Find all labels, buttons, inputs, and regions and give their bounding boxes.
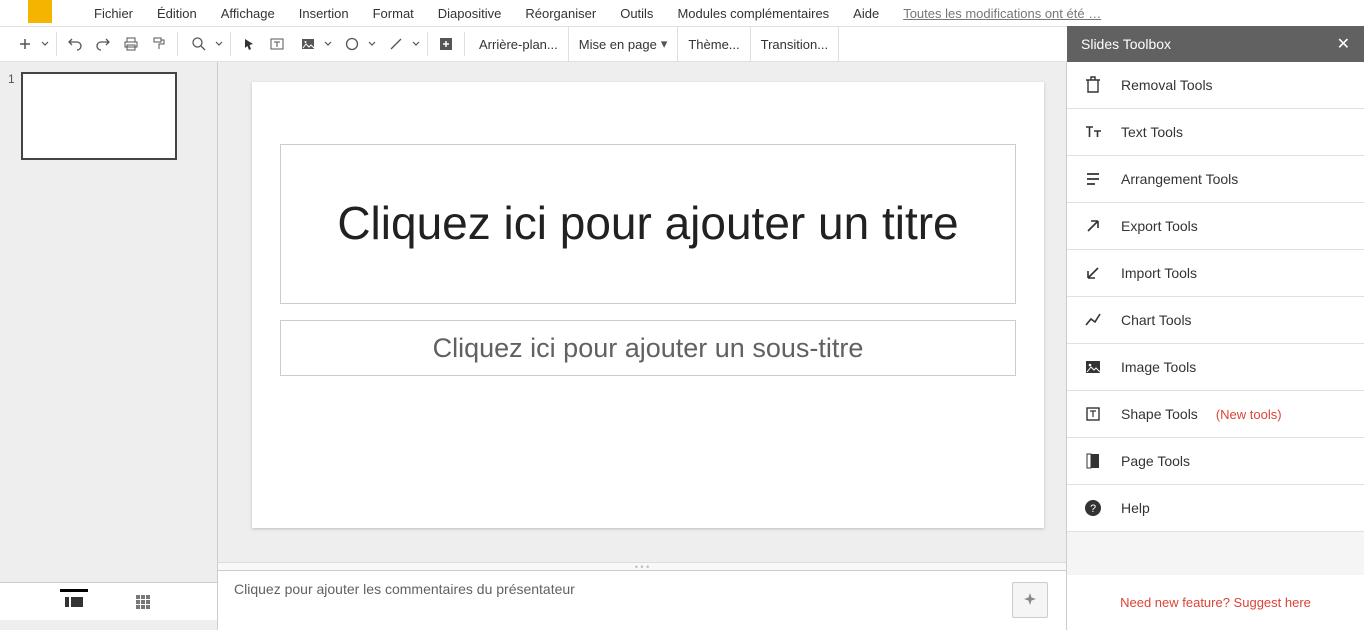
slides-logo (28, 0, 52, 23)
sidebar-item-label: Shape Tools (1121, 406, 1198, 422)
chevron-down-icon (215, 40, 223, 48)
sidebar-item-label: Import Tools (1121, 265, 1197, 281)
menubar: Fichier Édition Affichage Insertion Form… (0, 0, 1364, 26)
sidebar-item-label: Page Tools (1121, 453, 1190, 469)
svg-text:?: ? (1090, 503, 1096, 515)
sidebar-item-label: Removal Tools (1121, 77, 1213, 93)
slide-number: 1 (8, 72, 15, 86)
subtitle-placeholder[interactable]: Cliquez ici pour ajouter un sous-titre (280, 320, 1016, 376)
chevron-down-icon (412, 40, 420, 48)
new-badge: (New tools) (1216, 407, 1282, 422)
sidebar-item-label: Help (1121, 500, 1150, 516)
image-icon (1083, 357, 1103, 377)
menu-edit[interactable]: Édition (145, 2, 209, 25)
chart-icon (1083, 310, 1103, 330)
sidebar-title: Slides Toolbox (1081, 36, 1171, 52)
main-area: 1 Cliquez ici pour ajouter un titre Cliq… (0, 62, 1364, 630)
theme-button[interactable]: Thème... (678, 27, 750, 61)
sidebar-item-label: Image Tools (1121, 359, 1196, 375)
sidebar-item-chart-tools[interactable]: Chart Tools (1067, 297, 1364, 344)
slide-thumbnail[interactable] (21, 72, 177, 160)
undo-button[interactable] (61, 30, 89, 58)
sidebar-item-page-tools[interactable]: Page Tools (1067, 438, 1364, 485)
chevron-down-icon: ▾ (661, 36, 668, 52)
canvas-scroll[interactable]: Cliquez ici pour ajouter un titre Clique… (218, 62, 1066, 562)
select-tool[interactable] (235, 30, 263, 58)
shape-tool[interactable] (335, 30, 379, 58)
redo-button[interactable] (89, 30, 117, 58)
sidebar-item-label: Chart Tools (1121, 312, 1192, 328)
sidebar-footer: Need new feature? Suggest here (1067, 575, 1364, 630)
textbox-tool[interactable] (263, 30, 291, 58)
sidebar-toolbox: Slides Toolbox ✕ Removal Tools Text Tool… (1066, 62, 1364, 630)
chevron-down-icon (324, 40, 332, 48)
print-button[interactable] (117, 30, 145, 58)
all-changes-saved[interactable]: Toutes les modifications ont été … (903, 6, 1101, 21)
menu-format[interactable]: Format (361, 2, 426, 25)
separator (56, 32, 57, 56)
zoom-button[interactable] (182, 30, 226, 58)
sidebar-item-label: Export Tools (1121, 218, 1198, 234)
menu-help[interactable]: Aide (841, 2, 891, 25)
slide-canvas[interactable]: Cliquez ici pour ajouter un titre Clique… (252, 82, 1044, 528)
chevron-down-icon (368, 40, 376, 48)
image-tool[interactable] (291, 30, 335, 58)
sidebar-item-arrangement-tools[interactable]: Arrangement Tools (1067, 156, 1364, 203)
menu-addons[interactable]: Modules complémentaires (665, 2, 841, 25)
speaker-notes-placeholder: Cliquez pour ajouter les commentaires du… (234, 581, 575, 597)
filmstrip-footer (0, 582, 217, 620)
sidebar-item-import-tools[interactable]: Import Tools (1067, 250, 1364, 297)
paint-format-button[interactable] (145, 30, 173, 58)
grid-view-button[interactable] (129, 590, 157, 614)
sidebar-item-help[interactable]: ? Help (1067, 485, 1364, 532)
sidebar-item-removal-tools[interactable]: Removal Tools (1067, 62, 1364, 109)
menu-file[interactable]: Fichier (82, 2, 145, 25)
separator (464, 32, 465, 56)
menu-tools[interactable]: Outils (608, 2, 665, 25)
page-icon (1083, 451, 1103, 471)
separator (230, 32, 231, 56)
new-slide-button[interactable] (8, 30, 52, 58)
arrangement-icon (1083, 169, 1103, 189)
sidebar-item-label: Arrangement Tools (1121, 171, 1238, 187)
shape-icon (1083, 404, 1103, 424)
sidebar-item-shape-tools[interactable]: Shape Tools (New tools) (1067, 391, 1364, 438)
subtitle-placeholder-text: Cliquez ici pour ajouter un sous-titre (433, 333, 864, 364)
separator (427, 32, 428, 56)
menu-insert[interactable]: Insertion (287, 2, 361, 25)
suggest-feature-link[interactable]: Need new feature? Suggest here (1120, 595, 1311, 610)
canvas-area: Cliquez ici pour ajouter un titre Clique… (218, 62, 1066, 630)
separator (177, 32, 178, 56)
title-placeholder-text: Cliquez ici pour ajouter un titre (337, 194, 958, 254)
title-placeholder[interactable]: Cliquez ici pour ajouter un titre (280, 144, 1016, 304)
trash-icon (1083, 75, 1103, 95)
menu-view[interactable]: Affichage (209, 2, 287, 25)
export-icon (1083, 216, 1103, 236)
text-icon (1083, 122, 1103, 142)
comment-button[interactable] (432, 30, 460, 58)
layout-button[interactable]: Mise en page▾ (569, 27, 679, 61)
import-icon (1083, 263, 1103, 283)
menu-slide[interactable]: Diapositive (426, 2, 514, 25)
help-icon: ? (1083, 498, 1103, 518)
chevron-down-icon (41, 40, 49, 48)
sidebar-item-label: Text Tools (1121, 124, 1183, 140)
close-sidebar-button[interactable]: ✕ (1337, 34, 1350, 54)
menu-arrange[interactable]: Réorganiser (513, 2, 608, 25)
line-tool[interactable] (379, 30, 423, 58)
filmstrip: 1 (0, 62, 218, 630)
explore-button[interactable] (1012, 582, 1048, 618)
sidebar-item-image-tools[interactable]: Image Tools (1067, 344, 1364, 391)
sidebar-list: Removal Tools Text Tools Arrangement Too… (1067, 62, 1364, 575)
sidebar-item-text-tools[interactable]: Text Tools (1067, 109, 1364, 156)
background-button[interactable]: Arrière-plan... (469, 27, 569, 61)
slide-thumbnail-1[interactable]: 1 (8, 72, 209, 160)
notes-drag-handle[interactable]: • • • (218, 562, 1066, 570)
filmstrip-view-button[interactable] (60, 589, 88, 613)
sidebar-header: Slides Toolbox ✕ (1067, 26, 1364, 62)
speaker-notes[interactable]: Cliquez pour ajouter les commentaires du… (218, 570, 1066, 630)
explore-icon (1021, 591, 1039, 609)
sidebar-item-export-tools[interactable]: Export Tools (1067, 203, 1364, 250)
transition-button[interactable]: Transition... (751, 27, 839, 61)
